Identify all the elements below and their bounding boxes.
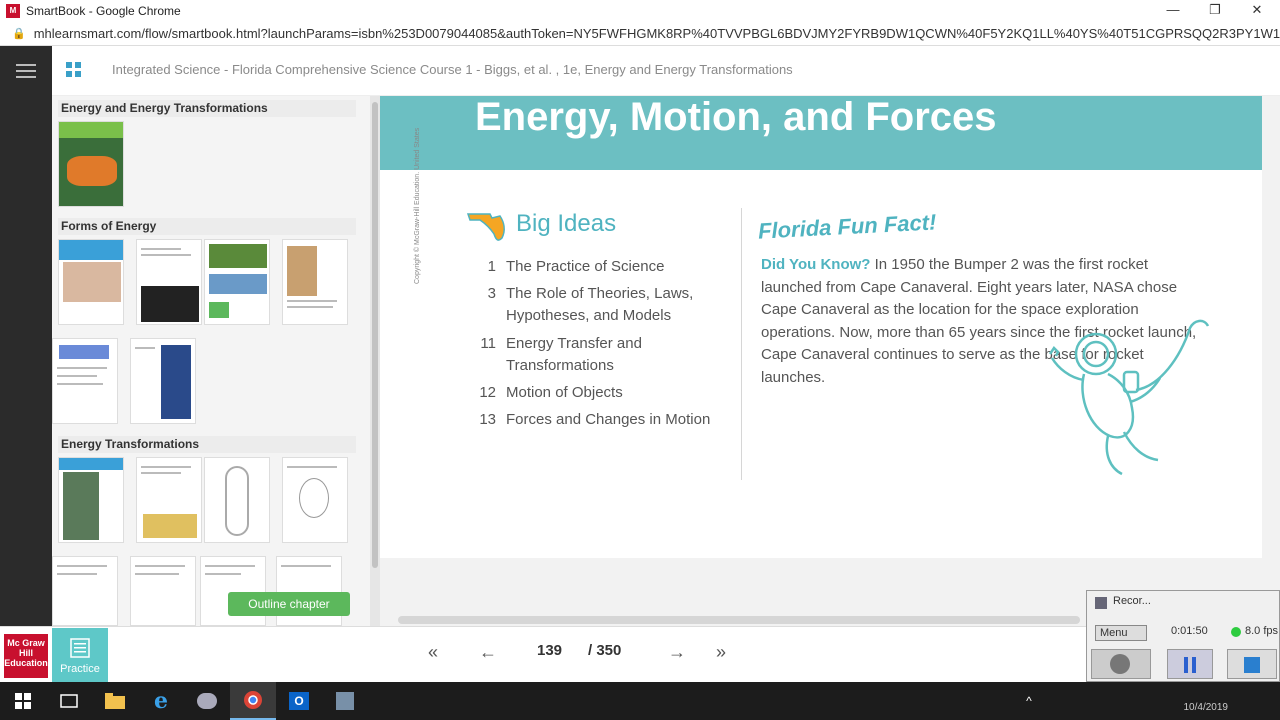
section-header-energy-transformations-chapter[interactable]: Energy and Energy Transformations — [58, 100, 356, 117]
recorder-title: Recor... — [1113, 595, 1151, 607]
close-button[interactable]: ✕ — [1236, 0, 1278, 22]
copyright-note: Copyright © McGraw-Hill Education. Unite… — [414, 127, 421, 284]
outline-chapter-button[interactable]: Outline chapter — [228, 592, 350, 616]
chapter-banner: Energy, Motion, and Forces — [380, 96, 1262, 170]
recording-status-icon — [1231, 627, 1241, 637]
grid-view-icon[interactable] — [64, 60, 84, 80]
big-idea-number: 3 — [487, 285, 496, 302]
window-titlebar: M SmartBook - Google Chrome — ❐ ✕ — [0, 0, 1280, 22]
fun-fact-lead: Did You Know? — [761, 256, 871, 273]
record-icon — [1110, 654, 1130, 674]
task-view-icon — [60, 694, 78, 708]
taskbar-date: 10/4/2019 — [1183, 702, 1229, 713]
big-idea-number: 1 — [487, 258, 496, 275]
book-title: Integrated Science - Florida Comprehensi… — [112, 62, 793, 77]
thumbnail-page[interactable] — [52, 338, 118, 424]
lock-icon: 🔒 — [12, 28, 26, 40]
big-idea-text: The Practice of Science — [506, 258, 665, 275]
current-page-number[interactable]: 139 — [537, 642, 562, 659]
section-header-forms-of-energy[interactable]: Forms of Energy — [58, 218, 356, 235]
chevron-up-icon: ^ — [1026, 694, 1032, 708]
thumbnail-cover[interactable] — [58, 121, 124, 207]
pause-icon — [1184, 657, 1188, 673]
florida-map-icon — [466, 213, 505, 241]
last-page-button[interactable]: » — [716, 642, 726, 663]
chrome-icon — [244, 691, 262, 709]
big-idea-number: 13 — [479, 411, 496, 428]
address-bar[interactable]: 🔒 mhlearnsmart.com/flow/smartbook.html?l… — [0, 22, 1280, 46]
horizontal-scrollbar[interactable] — [398, 616, 1080, 624]
left-strip — [0, 96, 52, 626]
big-ideas-heading: Big Ideas — [516, 210, 617, 237]
stop-button[interactable] — [1227, 649, 1277, 679]
maximize-button[interactable]: ❐ — [1194, 0, 1236, 22]
big-idea-number: 11 — [480, 335, 496, 352]
pause-button[interactable] — [1167, 649, 1213, 679]
thumbnail-page[interactable] — [136, 239, 202, 325]
big-idea-text: Forces and Changes in Motion — [506, 411, 711, 428]
app-icon-2 — [336, 692, 354, 710]
thumbnail-page[interactable] — [58, 239, 124, 325]
hamburger-icon — [16, 64, 36, 78]
first-page-button[interactable]: « — [428, 642, 438, 663]
minimize-button[interactable]: — — [1152, 0, 1194, 22]
task-view-button[interactable] — [46, 682, 92, 720]
practice-button[interactable]: Practice — [52, 628, 108, 682]
recorder-app-icon — [1095, 597, 1107, 609]
folder-icon — [105, 693, 125, 709]
thumbnail-page[interactable] — [204, 457, 270, 543]
thumbnail-page[interactable] — [136, 457, 202, 543]
record-button[interactable] — [1091, 649, 1151, 679]
fun-fact-heading: Florida Fun Fact! — [757, 209, 937, 244]
internet-explorer-button[interactable]: e — [138, 682, 184, 720]
app-button[interactable] — [184, 682, 230, 720]
recorder-menu-dropdown[interactable]: Menu — [1095, 625, 1147, 641]
previous-page-button[interactable]: ← — [479, 642, 497, 663]
window-title: SmartBook - Google Chrome — [26, 4, 181, 18]
chrome-button[interactable] — [230, 682, 276, 720]
thumbnail-page[interactable] — [58, 457, 124, 543]
windows-logo-icon — [15, 693, 31, 709]
sidebar-scrollbar[interactable] — [370, 96, 380, 626]
thumbnail-page[interactable] — [130, 556, 196, 626]
thumbnail-page[interactable] — [282, 239, 348, 325]
ie-icon: e — [154, 688, 168, 714]
total-pages: / 350 — [588, 642, 622, 659]
chapter-title: Energy, Motion, and Forces — [475, 95, 997, 139]
thumbnail-page[interactable] — [130, 338, 196, 424]
thumbnail-page[interactable] — [52, 556, 118, 626]
file-explorer-button[interactable] — [92, 682, 138, 720]
next-page-button[interactable]: → — [668, 642, 686, 663]
menu-button[interactable] — [0, 46, 52, 96]
big-idea-text: The Role of Theories, Laws, Hypotheses, … — [506, 285, 694, 324]
stop-icon — [1244, 657, 1260, 673]
screen-recorder-window: Recor... Menu 0:01:50 8.0 fps — [1086, 590, 1280, 682]
big-idea-text: Motion of Objects — [506, 384, 623, 401]
reader-content-area: Energy, Motion, and Forces Copyright © M… — [380, 96, 1280, 626]
outlook-button[interactable]: O — [276, 682, 322, 720]
recorder-elapsed-time: 0:01:50 — [1171, 625, 1208, 637]
column-divider — [741, 208, 742, 480]
start-button[interactable] — [0, 682, 46, 720]
page-thumbnail-sidebar: Energy and Energy Transformations Forms … — [52, 96, 370, 626]
url-text[interactable]: mhlearnsmart.com/flow/smartbook.html?lau… — [34, 26, 1280, 41]
big-idea-text: Energy Transfer and Transformations — [506, 335, 642, 374]
app-button-2[interactable] — [322, 682, 368, 720]
practice-label: Practice — [60, 663, 100, 675]
outlook-icon: O — [289, 692, 309, 710]
practice-icon — [70, 638, 90, 658]
thumbnail-page[interactable] — [204, 239, 270, 325]
mcgraw-hill-logo: Mc Graw Hill Education — [4, 634, 48, 678]
pause-icon-bar — [1192, 657, 1196, 673]
astronaut-illustration — [1048, 319, 1210, 476]
big-idea-number: 12 — [479, 384, 496, 401]
show-hidden-icons-button[interactable]: ^ — [1006, 682, 1052, 720]
recorder-fps: 8.0 fps — [1245, 625, 1279, 637]
section-header-energy-transformations[interactable]: Energy Transformations — [58, 436, 356, 453]
book-page: Energy, Motion, and Forces Copyright © M… — [380, 96, 1262, 558]
windows-taskbar: e O ^ 10/4/2019 — [0, 682, 1280, 720]
smartbook-app-icon: M — [6, 4, 20, 18]
thumbnail-page[interactable] — [282, 457, 348, 543]
app-icon — [197, 693, 217, 709]
